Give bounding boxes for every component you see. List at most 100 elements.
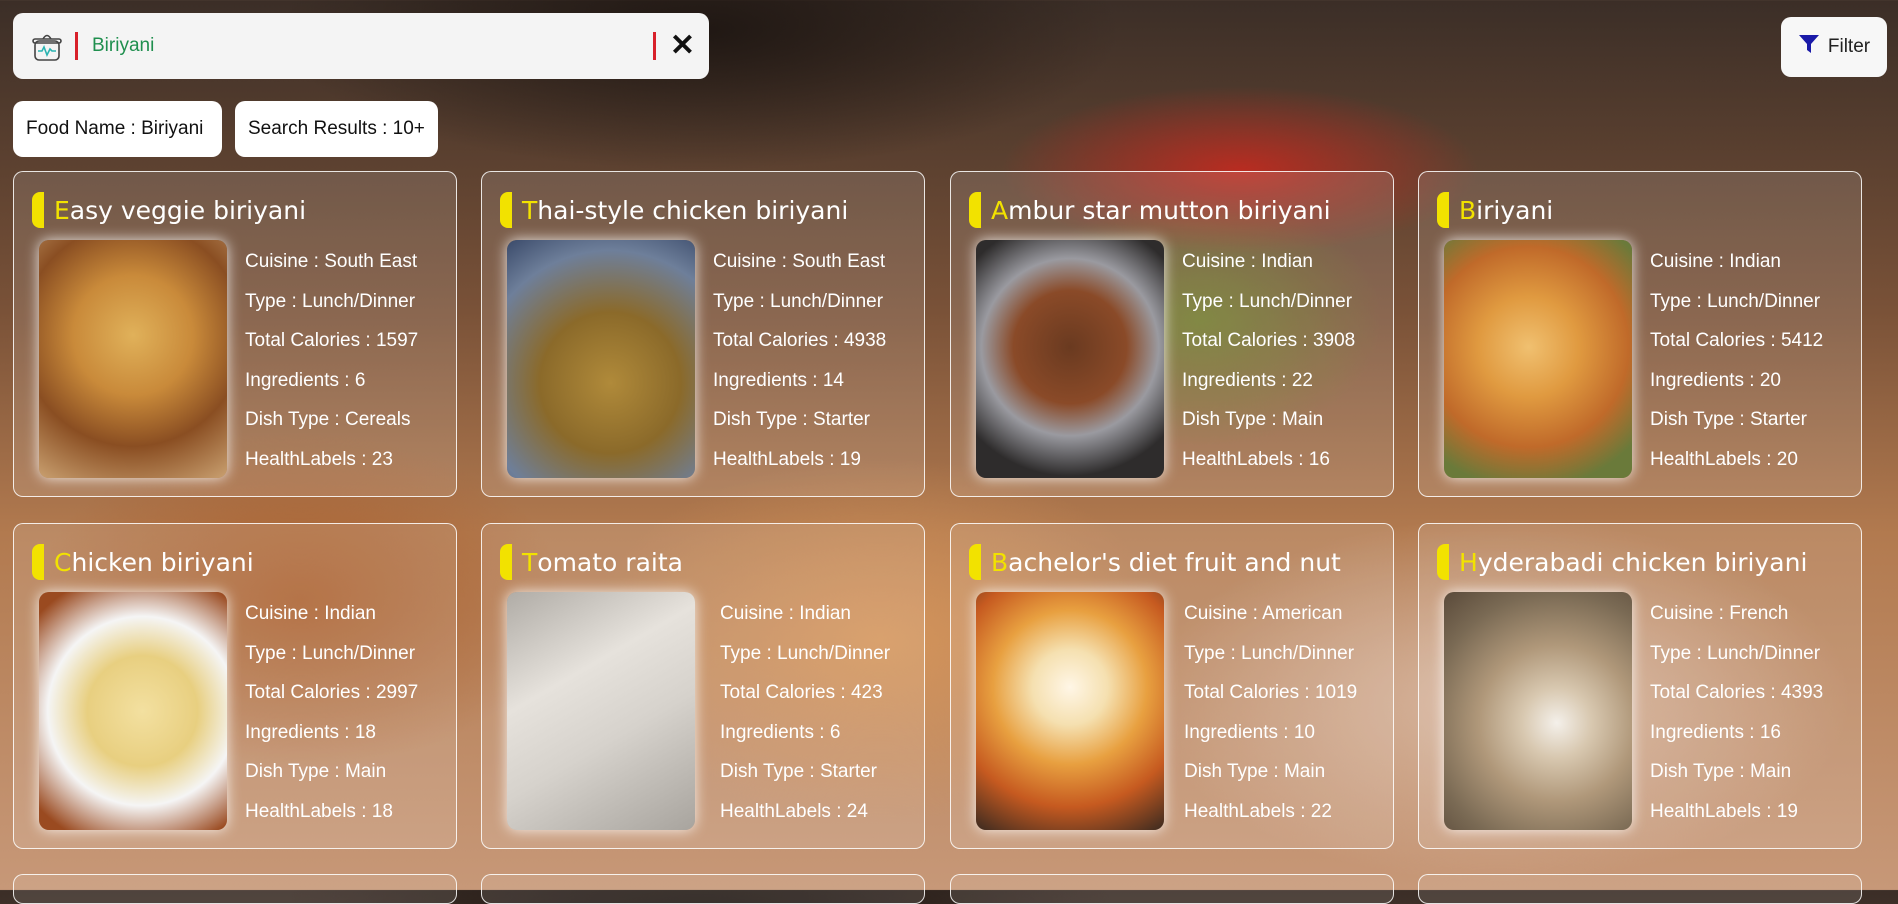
recipe-info: Cuisine : Indian Type : Lunch/Dinner Tot…	[720, 594, 890, 831]
recipe-image[interactable]	[976, 240, 1164, 478]
title-accent-mark	[969, 544, 981, 580]
recipe-card-partial[interactable]	[1418, 874, 1862, 904]
type-text: Type : Lunch/Dinner	[713, 290, 884, 312]
title-accent-mark	[969, 192, 981, 228]
recipe-title: Ambur star mutton biriyani	[969, 192, 1331, 228]
health-labels-text: HealthLabels : 23	[245, 448, 393, 470]
recipe-image[interactable]	[39, 592, 227, 830]
food-name-chip-label: Food Name : Biriyani	[26, 118, 204, 139]
type-text: Type : Lunch/Dinner	[1650, 290, 1821, 312]
food-name-chip: Food Name : Biriyani	[13, 101, 222, 157]
recipe-title: Biriyani	[1437, 192, 1553, 228]
cooking-pot-icon	[29, 28, 65, 64]
calories-text: Total Calories : 423	[720, 682, 883, 703]
dish-type-text: Dish Type : Starter	[713, 409, 870, 430]
cuisine-text: Cuisine : South East	[713, 251, 886, 272]
recipe-image[interactable]	[1444, 240, 1632, 478]
title-accent-mark	[1437, 544, 1449, 580]
ingredients-text: Ingredients : 10	[1184, 721, 1315, 743]
recipe-info: Cuisine : Indian Type : Lunch/Dinner Tot…	[1650, 242, 1823, 479]
dish-type-text: Dish Type : Starter	[720, 761, 877, 782]
type-text: Type : Lunch/Dinner	[1650, 642, 1821, 664]
recipe-card-partial[interactable]	[13, 874, 457, 904]
recipe-card[interactable]: Chicken biriyani Cuisine : Indian Type :…	[13, 523, 457, 849]
health-labels-text: HealthLabels : 20	[1650, 448, 1798, 470]
recipe-title: Hyderabadi chicken biriyani	[1437, 544, 1807, 580]
cuisine-text: Cuisine : French	[1650, 603, 1789, 624]
recipe-info: Cuisine : American Type : Lunch/Dinner T…	[1184, 594, 1357, 831]
ingredients-text: Ingredients : 6	[720, 721, 841, 743]
health-labels-text: HealthLabels : 19	[1650, 800, 1798, 822]
ingredients-text: Ingredients : 14	[713, 369, 844, 391]
recipe-title: Easy veggie biriyani	[32, 192, 306, 228]
title-accent-mark	[500, 192, 512, 228]
cuisine-text: Cuisine : American	[1184, 603, 1343, 624]
health-labels-text: HealthLabels : 24	[720, 800, 868, 822]
recipe-info: Cuisine : Indian Type : Lunch/Dinner Tot…	[245, 594, 418, 831]
dish-type-text: Dish Type : Cereals	[245, 409, 411, 430]
recipe-info: Cuisine : South East Type : Lunch/Dinner…	[713, 242, 886, 479]
health-labels-text: HealthLabels : 19	[713, 448, 861, 470]
calories-text: Total Calories : 2997	[245, 682, 419, 703]
calories-text: Total Calories : 3908	[1182, 330, 1356, 351]
recipe-image[interactable]	[507, 592, 695, 830]
ingredients-text: Ingredients : 6	[245, 369, 366, 391]
dish-type-text: Dish Type : Starter	[1650, 409, 1807, 430]
cuisine-text: Cuisine : Indian	[720, 603, 851, 624]
ingredients-text: Ingredients : 22	[1182, 369, 1313, 391]
health-labels-text: HealthLabels : 16	[1182, 448, 1330, 470]
cuisine-text: Cuisine : South East	[245, 251, 418, 272]
recipe-title: Thai-style chicken biriyani	[500, 192, 848, 228]
type-text: Type : Lunch/Dinner	[1182, 290, 1353, 312]
title-accent-mark	[32, 192, 44, 228]
recipe-info: Cuisine : South East Type : Lunch/Dinner…	[245, 242, 418, 479]
search-bar: ✕	[13, 13, 709, 79]
dish-type-text: Dish Type : Main	[1650, 761, 1792, 782]
input-right-divider	[652, 32, 656, 60]
recipe-info: Cuisine : French Type : Lunch/Dinner Tot…	[1650, 594, 1823, 831]
recipe-card[interactable]: Biriyani Cuisine : Indian Type : Lunch/D…	[1418, 171, 1862, 497]
recipe-card[interactable]: Tomato raita Cuisine : Indian Type : Lun…	[481, 523, 925, 849]
calories-text: Total Calories : 1597	[245, 330, 419, 351]
recipe-image[interactable]	[507, 240, 695, 478]
recipe-card-partial[interactable]	[950, 874, 1394, 904]
filter-button-label: Filter	[1827, 36, 1871, 57]
type-text: Type : Lunch/Dinner	[720, 642, 891, 664]
input-left-divider	[75, 32, 78, 60]
type-text: Type : Lunch/Dinner	[245, 290, 416, 312]
dish-type-text: Dish Type : Main	[1184, 761, 1326, 782]
filter-icon	[1798, 34, 1820, 60]
recipe-card-partial[interactable]	[481, 874, 925, 904]
type-text: Type : Lunch/Dinner	[1184, 642, 1355, 664]
recipe-title: Chicken biriyani	[32, 544, 254, 580]
clear-search-button[interactable]: ✕	[670, 31, 695, 61]
recipe-image[interactable]	[39, 240, 227, 478]
health-labels-text: HealthLabels : 22	[1184, 800, 1332, 822]
type-text: Type : Lunch/Dinner	[245, 642, 416, 664]
cuisine-text: Cuisine : Indian	[1182, 251, 1313, 272]
recipe-card[interactable]: Easy veggie biriyani Cuisine : South Eas…	[13, 171, 457, 497]
recipe-card[interactable]: Bachelor's diet fruit and nut Cuisine : …	[950, 523, 1394, 849]
recipe-image[interactable]	[976, 592, 1164, 830]
title-accent-mark	[1437, 192, 1449, 228]
health-labels-text: HealthLabels : 18	[245, 800, 393, 822]
calories-text: Total Calories : 4393	[1650, 682, 1824, 703]
title-accent-mark	[32, 544, 44, 580]
recipe-title: Tomato raita	[500, 544, 683, 580]
recipe-card[interactable]: Hyderabadi chicken biriyani Cuisine : Fr…	[1418, 523, 1862, 849]
ingredients-text: Ingredients : 20	[1650, 369, 1781, 391]
recipe-card[interactable]: Ambur star mutton biriyani Cuisine : Ind…	[950, 171, 1394, 497]
calories-text: Total Calories : 1019	[1184, 682, 1358, 703]
filter-button[interactable]: Filter	[1781, 17, 1887, 77]
title-accent-mark	[500, 544, 512, 580]
cuisine-text: Cuisine : Indian	[1650, 251, 1781, 272]
search-input[interactable]	[90, 34, 643, 58]
ingredients-text: Ingredients : 18	[245, 721, 376, 743]
recipe-image[interactable]	[1444, 592, 1632, 830]
recipe-card[interactable]: Thai-style chicken biriyani Cuisine : So…	[481, 171, 925, 497]
recipe-title: Bachelor's diet fruit and nut	[969, 544, 1341, 580]
dish-type-text: Dish Type : Main	[1182, 409, 1324, 430]
cuisine-text: Cuisine : Indian	[245, 603, 376, 624]
search-results-chip: Search Results : 10+	[235, 101, 438, 157]
search-results-chip-label: Search Results : 10+	[248, 118, 425, 139]
